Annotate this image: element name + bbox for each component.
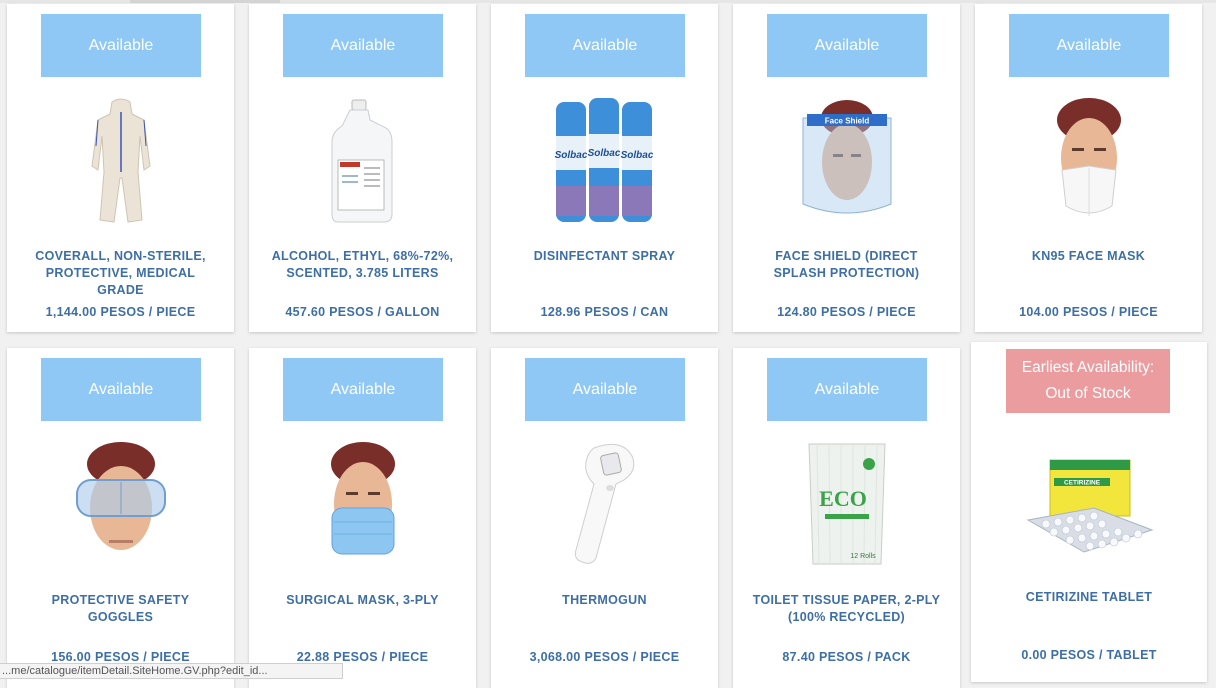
- alcohol-gallon-image: [331, 99, 393, 223]
- product-name[interactable]: TOILET TISSUE PAPER, 2-PLY (100% RECYCLE…: [749, 592, 944, 626]
- face-shield-image: Face Shield: [802, 100, 892, 214]
- product-name[interactable]: DISINFECTANT SPRAY: [507, 248, 702, 265]
- product-grid: Available COVERALL, NON-STERILE, PROTECT…: [0, 0, 1216, 688]
- thermogun-image: [574, 443, 635, 564]
- product-name[interactable]: CETIRIZINE TABLET: [987, 589, 1191, 606]
- surgical-mask-image: [331, 442, 395, 555]
- product-card[interactable]: Available COVERALL, NON-STERILE, PROTECT…: [7, 4, 234, 332]
- product-card[interactable]: Available ALCOHOL, ETHYL, 68%-72%, SCENT…: [249, 4, 476, 332]
- product-price: 128.96 PESOS / CAN: [540, 305, 669, 319]
- availability-badge: Available: [767, 358, 927, 421]
- svg-text:CETIRIZINE: CETIRIZINE: [1064, 480, 1101, 487]
- svg-text:Solbac: Solbac: [588, 148, 621, 159]
- kn95-mask-image: [1057, 98, 1121, 216]
- browser-status-url: ...me/catalogue/itemDetail.SiteHome.GV.p…: [0, 663, 343, 679]
- product-image[interactable]: [61, 440, 181, 570]
- availability-line: Earliest Availability:: [1021, 359, 1155, 376]
- svg-text:12 Rolls: 12 Rolls: [850, 553, 876, 560]
- product-card[interactable]: Earliest Availability: Out of Stock CETI…: [971, 342, 1207, 682]
- product-image[interactable]: [303, 440, 423, 570]
- availability-badge-out-of-stock: Earliest Availability: Out of Stock: [1006, 349, 1170, 413]
- product-price: 457.60 PESOS / GALLON: [285, 305, 440, 319]
- product-card[interactable]: Available SURGICAL MASK, 3-PLY 22.88 PES…: [249, 348, 476, 688]
- product-image[interactable]: Face Shield: [787, 96, 907, 226]
- svg-text:Solbac: Solbac: [555, 150, 588, 161]
- svg-text:Face Shield: Face Shield: [825, 117, 870, 126]
- product-image[interactable]: CETIRIZINE: [1021, 446, 1161, 576]
- toilet-tissue-image: ECO 12 Rolls: [808, 443, 886, 565]
- product-price: 22.88 PESOS / PIECE: [296, 650, 429, 664]
- product-price: 124.80 PESOS / PIECE: [777, 305, 916, 319]
- product-name[interactable]: ALCOHOL, ETHYL, 68%-72%, SCENTED, 3.785 …: [265, 248, 460, 282]
- availability-badge: Available: [41, 14, 201, 77]
- product-image[interactable]: [303, 96, 423, 226]
- product-card[interactable]: Available Solbac Solbac Solbac DISINFECT…: [491, 4, 718, 332]
- product-image[interactable]: ECO 12 Rolls: [787, 440, 907, 570]
- product-image[interactable]: [545, 440, 665, 570]
- product-image[interactable]: [61, 96, 181, 226]
- availability-badge: Available: [1009, 14, 1169, 77]
- product-name[interactable]: FACE SHIELD (DIRECT SPLASH PROTECTION): [749, 248, 944, 282]
- product-image[interactable]: Solbac Solbac Solbac: [549, 96, 659, 226]
- product-card[interactable]: Available Face Shield FACE SHIELD (DIREC…: [733, 4, 960, 332]
- product-price: 3,068.00 PESOS / PIECE: [529, 650, 680, 664]
- product-price: 1,144.00 PESOS / PIECE: [45, 305, 196, 319]
- availability-badge: Available: [525, 14, 685, 77]
- product-price: 0.00 PESOS / TABLET: [1021, 648, 1157, 662]
- availability-badge: Available: [283, 14, 443, 77]
- product-name[interactable]: KN95 FACE MASK: [991, 248, 1186, 265]
- svg-text:ECO: ECO: [819, 486, 867, 511]
- product-name[interactable]: THERMOGUN: [507, 592, 702, 609]
- coverall-image: [91, 98, 151, 223]
- disinfectant-spray-image: Solbac Solbac Solbac: [555, 98, 654, 222]
- availability-badge: Available: [283, 358, 443, 421]
- product-image[interactable]: [1029, 96, 1149, 226]
- product-name[interactable]: PROTECTIVE SAFETY GOGGLES: [23, 592, 218, 626]
- product-price: 87.40 PESOS / PACK: [782, 650, 911, 664]
- availability-badge: Available: [767, 14, 927, 77]
- product-price: 156.00 PESOS / PIECE: [51, 650, 190, 664]
- product-name[interactable]: SURGICAL MASK, 3-PLY: [265, 592, 460, 609]
- product-card[interactable]: Available PROTECTIVE SAFETY GOGGLES 156.…: [7, 348, 234, 688]
- product-name[interactable]: COVERALL, NON-STERILE, PROTECTIVE, MEDIC…: [23, 248, 218, 299]
- cetirizine-tablet-image: CETIRIZINE: [1026, 459, 1154, 553]
- availability-badge: Available: [41, 358, 201, 421]
- safety-goggles-image: [76, 442, 166, 550]
- stock-status-line: Out of Stock: [1045, 385, 1131, 402]
- product-card[interactable]: Available KN95 FACE MASK 104.00 PESOS / …: [975, 4, 1202, 332]
- svg-text:Solbac: Solbac: [621, 150, 654, 161]
- product-price: 104.00 PESOS / PIECE: [1019, 305, 1158, 319]
- product-card[interactable]: Available THERMOGUN 3,068.00 PESOS / PIE…: [491, 348, 718, 688]
- availability-badge: Available: [525, 358, 685, 421]
- product-card[interactable]: Available ECO 12 Rolls TOILET TISSUE PAP…: [733, 348, 960, 688]
